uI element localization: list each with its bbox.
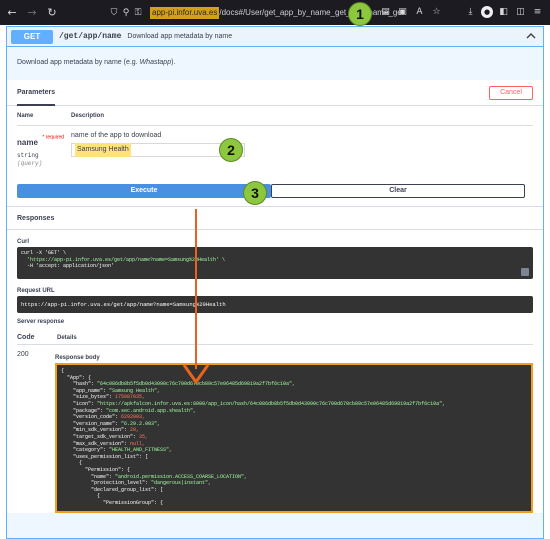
json-line: { (61, 493, 101, 500)
responses-area: Curl curl -X 'GET' \ 'https://app-pi.inf… (7, 239, 543, 513)
annotation-arrow-head (182, 364, 210, 385)
tracking-icon[interactable]: ⚲ (120, 8, 132, 18)
account-icon[interactable]: ● (481, 6, 493, 18)
curl-line: curl -X 'GET' \ (21, 250, 67, 256)
curl-code-block[interactable]: curl -X 'GET' \ 'https://app-pi.infor.uv… (17, 247, 533, 279)
json-line: "size_bytes": 175087035, (61, 394, 146, 401)
lock-icon: ⚿ (134, 7, 142, 18)
json-line: { (61, 460, 83, 467)
json-line: "app_name": "Samsung Health", (61, 387, 161, 394)
parameter-description: name of the app to download (71, 132, 162, 139)
translate-icon[interactable]: A (413, 5, 426, 19)
shield-icon[interactable]: ⛉ (108, 8, 120, 18)
responses-header: Responses (7, 206, 543, 230)
json-line: "category": "HEALTH_AND_FITNESS", (61, 447, 173, 454)
required-marker: * required (42, 134, 65, 141)
pocket-icon[interactable]: ◫ (514, 5, 527, 19)
parameters-table: Name Description name * required string … (7, 106, 543, 184)
json-line: "icon": "https://apkfalcon.infor.uva.es:… (61, 400, 446, 407)
action-buttons: Execute Clear (7, 184, 543, 204)
parameter-type: string (17, 152, 39, 159)
operation-path: /get/app/name (59, 32, 122, 41)
col-code-header: Code (17, 334, 35, 341)
response-code: 200 (17, 351, 29, 358)
parameter-name-cell: name * required string (query) (17, 132, 71, 184)
annotation-arrow-line (195, 209, 197, 369)
response-table-header: Code Details (17, 331, 533, 345)
json-line: "uses_permission_list": [ (61, 453, 149, 460)
clear-button[interactable]: Clear (271, 184, 525, 198)
request-url-label: Request URL (17, 288, 55, 294)
back-icon[interactable]: ← (4, 6, 20, 19)
url-path: /docs#/User/get_app_by_name_get_app_name… (219, 7, 404, 17)
curl-label: Curl (17, 239, 29, 245)
json-line: "Permission": { (61, 466, 131, 473)
callout-1: 1 (348, 2, 372, 26)
json-line: "min_sdk_version": 29, (61, 427, 140, 434)
extension-icon[interactable]: ◧ (497, 5, 510, 19)
reader-icon[interactable]: ▤ (379, 5, 392, 19)
response-body-code[interactable]: { "App": { "hash": "64c086db8b5f5db0d430… (55, 363, 533, 513)
browser-toolbar: ← → ↻ ⛉ ⚲ ⚿ app-pi.infor.uva.es /docs#/U… (0, 0, 550, 25)
operation-summary[interactable]: GET /get/app/name Download app metadata … (7, 27, 543, 47)
server-response-label: Server response (17, 319, 65, 325)
col-description-header: Description (71, 112, 105, 119)
json-line: "hash": "64c086db8b5f5db0d43090c76c700d6… (61, 381, 296, 388)
reload-icon[interactable]: ↻ (44, 6, 60, 19)
parameters-tab[interactable]: Parameters (17, 80, 56, 106)
operation-description: Download app metadata by name (e.g. Whas… (7, 47, 543, 80)
download-icon[interactable]: ⤓ (464, 5, 477, 19)
method-badge: GET (11, 29, 53, 44)
operation-body: Parameters Cancel Name Description name … (7, 80, 543, 513)
json-line: "PermissionGroup": { (61, 499, 164, 506)
json-line: "declared_group_list": [ (61, 486, 164, 493)
json-line: "version_name": "6.29.2.003", (61, 420, 161, 427)
forward-icon[interactable]: → (24, 6, 40, 19)
json-line: "name": "android.permission.ACCESS_COARS… (61, 473, 248, 480)
parameter-name: name (17, 138, 38, 147)
json-line: "App": { (61, 374, 92, 381)
cancel-button[interactable]: Cancel (489, 86, 533, 100)
col-name-header: Name (17, 112, 34, 119)
response-body-label: Response body (55, 355, 100, 361)
response-details: Response body { "App": { "hash": "64c086… (55, 351, 533, 513)
parameter-location: (query) (17, 160, 43, 167)
response-row: 200 Response body { "App": { "hash": "64… (17, 351, 533, 513)
name-input-value: Samsung Health (75, 143, 131, 157)
execute-button[interactable]: Execute (17, 184, 271, 198)
operation-block: GET /get/app/name Download app metadata … (6, 26, 544, 539)
menu-icon[interactable]: ≡ (531, 5, 544, 19)
callout-2: 2 (219, 138, 243, 162)
request-url-value: https://app-pi.infor.uva.es/get/app/name… (17, 296, 533, 313)
parameter-description-cell: name of the app to download Samsung Heal… (71, 132, 533, 184)
json-line: "package": "com.sec.android.app.shealth"… (61, 407, 197, 414)
screenshot-icon[interactable]: ▣ (396, 5, 409, 19)
json-line: "version_code": 6292003, (61, 414, 146, 421)
json-line: "protection_level": "dangerous|instant", (61, 480, 212, 487)
json-line: "target_sdk_version": 35, (61, 433, 149, 440)
curl-line: -H 'accept: application/json' (21, 263, 115, 269)
col-details-header: Details (57, 334, 77, 341)
url-host: app-pi.infor.uva.es (150, 6, 220, 19)
toolbar-icons: ▤ ▣ A ☆ ⤓ ● ◧ ◫ ≡ (379, 5, 544, 19)
bookmark-icon[interactable]: ☆ (430, 5, 443, 19)
json-line: { (61, 368, 65, 374)
callout-3: 3 (243, 181, 267, 205)
parameter-row: name * required string (query) name of t… (17, 126, 533, 184)
parameters-header: Parameters Cancel (7, 80, 543, 106)
copy-icon[interactable] (521, 268, 529, 276)
parameters-table-header: Name Description (17, 106, 533, 126)
json-line: "max_sdk_version": null, (61, 440, 146, 447)
operation-summary-text: Download app metadata by name (127, 33, 233, 40)
chevron-up-icon[interactable] (525, 30, 537, 42)
